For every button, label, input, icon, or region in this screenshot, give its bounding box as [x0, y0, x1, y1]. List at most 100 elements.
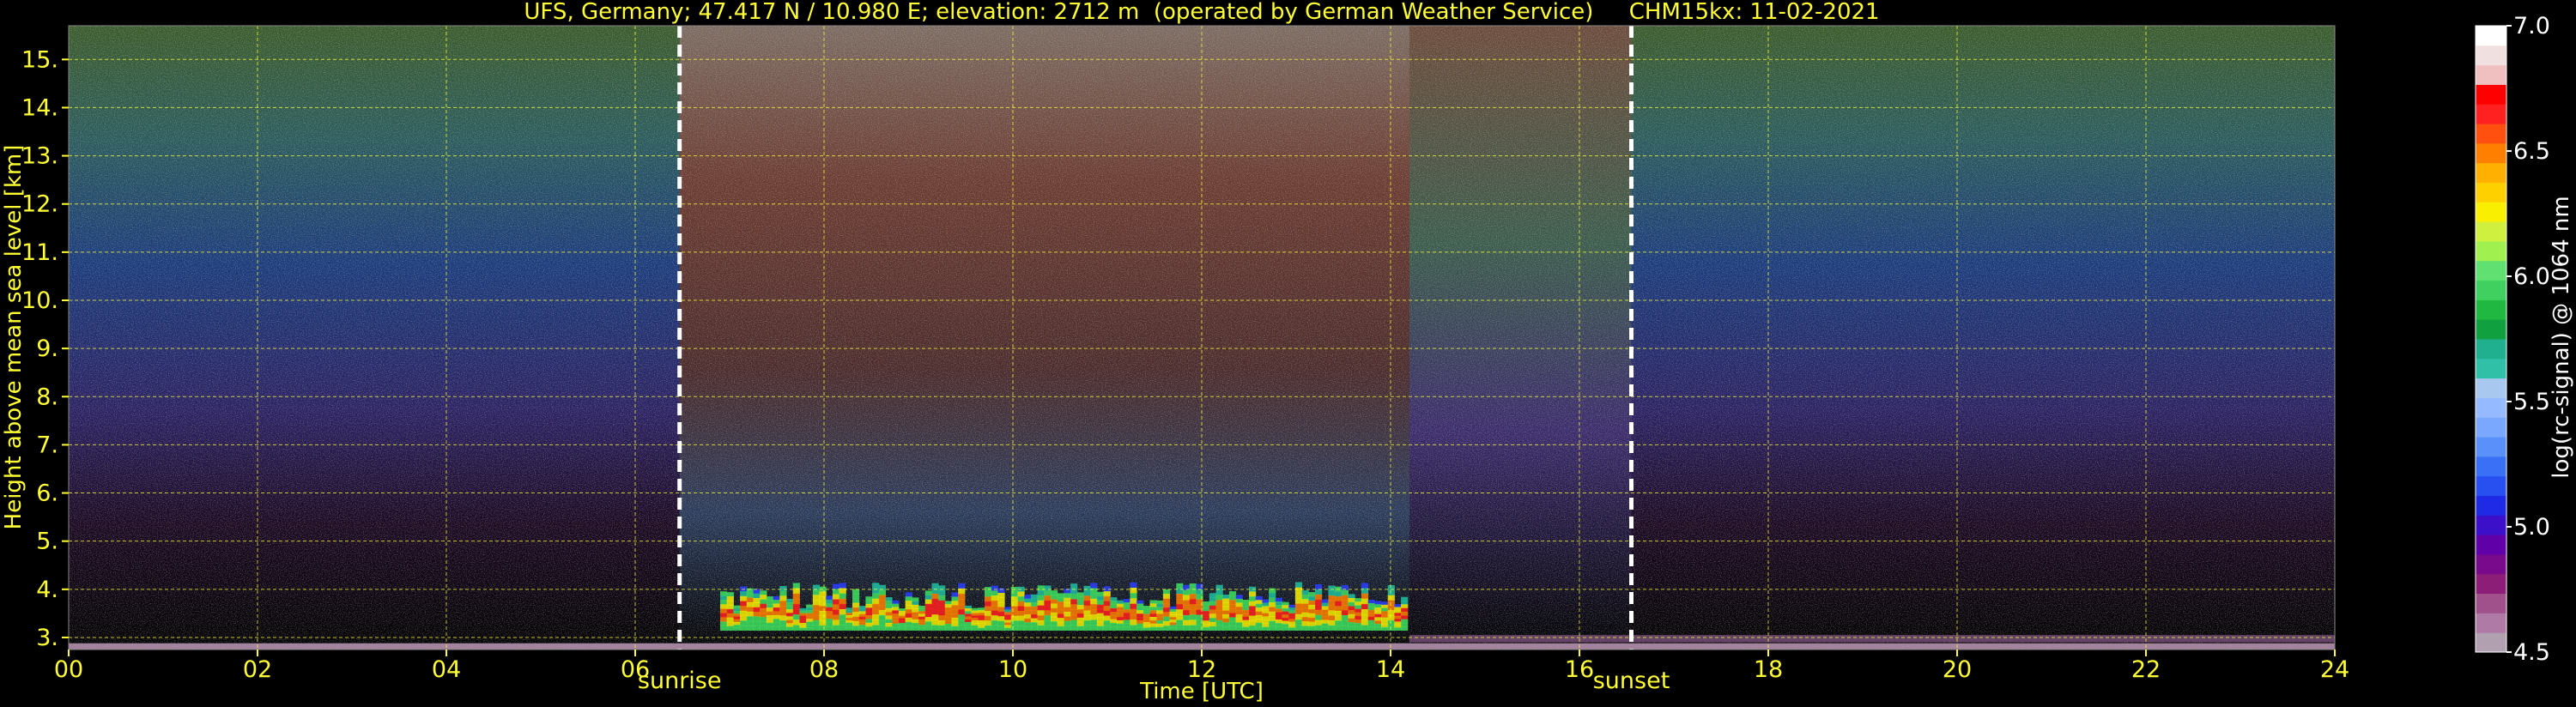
- backscatter-cell: [1282, 617, 1289, 622]
- backscatter-cell: [806, 621, 814, 625]
- backscatter-cell: [997, 616, 1005, 622]
- colorbar-segment: [2476, 142, 2506, 164]
- backscatter-cell: [1381, 626, 1389, 631]
- backscatter-cell: [1017, 596, 1025, 602]
- backscatter-cell: [858, 616, 866, 620]
- backscatter-cell: [1096, 617, 1105, 623]
- backscatter-cell: [878, 625, 886, 631]
- backscatter-cell: [1308, 604, 1316, 610]
- backscatter-cell: [1103, 610, 1111, 616]
- backscatter-cell: [799, 607, 807, 612]
- x-tick-label: 20: [1943, 656, 1972, 683]
- backscatter-cell: [773, 622, 780, 627]
- backscatter-cell: [1176, 583, 1184, 589]
- backscatter-cell: [991, 605, 998, 611]
- colorbar-segment: [2476, 495, 2506, 516]
- backscatter-cell: [839, 583, 846, 589]
- backscatter-cell: [905, 625, 912, 631]
- backscatter-cell: [1228, 613, 1237, 618]
- backscatter-cell: [1156, 613, 1164, 618]
- backscatter-cell: [1215, 589, 1223, 595]
- backscatter-cell: [852, 589, 860, 595]
- backscatter-cell: [1176, 619, 1184, 625]
- backscatter-cell: [958, 609, 966, 615]
- backscatter-cell: [766, 603, 774, 608]
- backscatter-cell: [819, 591, 827, 597]
- backscatter-cell: [786, 606, 794, 610]
- backscatter-cell: [740, 620, 748, 626]
- backscatter-cell: [766, 615, 774, 619]
- backscatter-cell: [1348, 601, 1355, 607]
- backscatter-cell: [1301, 616, 1309, 622]
- backscatter-cell: [865, 600, 873, 605]
- backscatter-cell: [832, 599, 840, 606]
- backscatter-cell: [912, 615, 919, 620]
- backscatter-cell: [812, 625, 820, 631]
- backscatter-cell: [1057, 609, 1064, 614]
- backscatter-cell: [892, 626, 900, 631]
- backscatter-cell: [1117, 623, 1124, 628]
- backscatter-cell: [892, 617, 900, 621]
- backscatter-cell: [1228, 608, 1237, 613]
- backscatter-cell: [1308, 621, 1316, 627]
- backscatter-cell: [1394, 615, 1402, 619]
- backscatter-cell: [1321, 599, 1329, 603]
- backscatter-cell: [858, 627, 866, 631]
- backscatter-cell: [792, 625, 800, 631]
- backscatter-cell: [978, 619, 985, 624]
- colorbar-segment: [2476, 84, 2506, 105]
- backscatter-cell: [786, 598, 794, 603]
- backscatter-cell: [1057, 601, 1064, 607]
- backscatter-cell: [746, 616, 754, 622]
- backscatter-cell: [1103, 595, 1111, 601]
- backscatter-cell: [991, 610, 998, 616]
- colorbar-segment: [2476, 553, 2506, 575]
- backscatter-cell: [885, 612, 893, 616]
- backscatter-cell: [746, 611, 754, 617]
- backscatter-cell: [846, 625, 853, 629]
- backscatter-cell: [885, 615, 893, 620]
- backscatter-cell: [1242, 613, 1250, 618]
- backscatter-cell: [839, 619, 846, 625]
- backscatter-cell: [971, 607, 979, 612]
- backscatter-cell: [1123, 623, 1130, 627]
- backscatter-cell: [885, 597, 893, 601]
- backscatter-cell: [1262, 599, 1270, 603]
- backscatter-cell: [1123, 616, 1130, 620]
- backscatter-cell: [766, 607, 774, 613]
- backscatter-cell: [1355, 612, 1362, 617]
- backscatter-cell: [799, 620, 807, 624]
- backscatter-cell: [1387, 600, 1395, 606]
- backscatter-cell: [1044, 625, 1052, 631]
- backscatter-cell: [1090, 593, 1098, 600]
- backscatter-cell: [951, 625, 959, 631]
- backscatter-cell: [1044, 619, 1052, 626]
- backscatter-cell: [1149, 619, 1157, 625]
- backscatter-cell: [1103, 591, 1111, 597]
- backscatter-cell: [1288, 613, 1296, 617]
- backscatter-cell: [1203, 613, 1210, 619]
- backscatter-cell: [1189, 583, 1197, 589]
- backscatter-cell: [1301, 599, 1309, 604]
- backscatter-cell: [1004, 622, 1012, 625]
- backscatter-cell: [905, 605, 912, 610]
- backscatter-cell: [812, 595, 820, 601]
- backscatter-cell: [1222, 602, 1230, 607]
- backscatter-cell: [812, 605, 820, 611]
- backscatter-cell: [1143, 616, 1150, 620]
- backscatter-cell: [1037, 605, 1045, 611]
- backscatter-cell: [944, 620, 952, 625]
- backscatter-cell: [1169, 608, 1177, 613]
- backscatter-cell: [892, 623, 900, 628]
- backscatter-cell: [1057, 605, 1064, 611]
- backscatter-cell: [1387, 615, 1395, 621]
- backscatter-cell: [746, 620, 754, 626]
- backscatter-cell: [1076, 625, 1084, 631]
- backscatter-cell: [1156, 603, 1164, 608]
- backscatter-cell: [1136, 619, 1144, 625]
- backscatter-cell: [1024, 618, 1032, 623]
- backscatter-cell: [773, 595, 780, 601]
- backscatter-cell: [991, 600, 998, 607]
- backscatter-cell: [799, 618, 807, 621]
- backscatter-cell: [1024, 614, 1032, 619]
